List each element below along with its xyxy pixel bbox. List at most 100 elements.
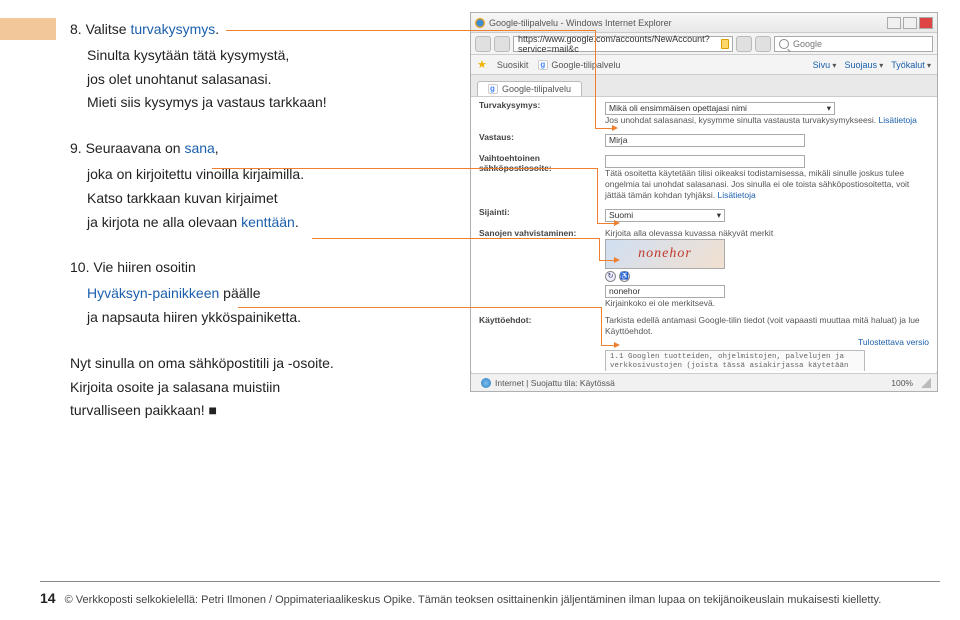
step-10-a: Vie hiiren osoitin	[93, 259, 195, 275]
row-vastaus: Vastaus: Mirja	[471, 129, 937, 150]
step-8-l1: Sinulta kysytään tätä kysymystä,	[87, 44, 430, 68]
hint-turvakysymys: Jos unohdat salasanasi, kysymme sinulta …	[605, 115, 879, 125]
callout-line-4	[601, 307, 602, 345]
screenshot-window: Google-tilipalvelu - Windows Internet Ex…	[470, 12, 938, 392]
minimize-button[interactable]	[887, 17, 901, 29]
captcha-accessibility-icon[interactable]: ♿	[619, 271, 630, 282]
input-captcha-value: nonehor	[609, 286, 640, 297]
back-button[interactable]	[475, 36, 491, 52]
step-8-num: 8.	[70, 21, 86, 37]
callout-line-2	[597, 223, 615, 224]
step-10-c: ja napsauta hiiren ykköspainiketta.	[87, 306, 430, 330]
link-tulostettava[interactable]: Tulostettava versio	[858, 337, 929, 347]
step-10-b2: päälle	[219, 285, 260, 301]
favorites-bar: ★ Suosikit Google-tilipalvelu Sivu Suoja…	[471, 55, 937, 75]
search-field[interactable]: Google	[774, 36, 933, 52]
input-captcha[interactable]: nonehor	[605, 285, 725, 298]
menu-tyokalut[interactable]: Työkalut	[891, 60, 931, 70]
maximize-button[interactable]	[903, 17, 917, 29]
instruction-column: 8. Valitse turvakysymys. Sinulta kysytää…	[70, 18, 430, 445]
label-turvakysymys: Turvakysymys:	[479, 100, 599, 126]
refresh-button[interactable]	[736, 36, 752, 52]
page-edge-ornament	[0, 18, 56, 40]
captcha-refresh-icon[interactable]: ↻	[605, 271, 616, 282]
callout-line-3	[599, 260, 615, 261]
tab-favicon-icon	[488, 84, 498, 94]
forward-button[interactable]	[494, 36, 510, 52]
tab-google-tilipalvelu[interactable]: Google-tilipalvelu	[477, 81, 582, 96]
tab-bar: Google-tilipalvelu	[471, 75, 937, 97]
footer-text: © Verkkoposti selkokielellä: Petri Ilmon…	[65, 594, 882, 606]
window-title: Google-tilipalvelu - Windows Internet Ex…	[489, 18, 672, 28]
select-sijainti[interactable]: Suomi ▾	[605, 209, 725, 222]
step-8: 8. Valitse turvakysymys. Sinulta kysytää…	[70, 18, 430, 115]
callout-line-4	[238, 307, 602, 308]
search-icon	[779, 39, 789, 49]
step-9-l1: joka on kirjoitettu vinoilla kirjaimilla…	[87, 163, 430, 187]
callout-line-3	[312, 238, 600, 239]
label-terms: Käyttöehdot:	[479, 315, 599, 371]
address-bar: https://www.google.com/accounts/NewAccou…	[471, 33, 937, 55]
callout-line-2	[212, 168, 598, 169]
step-9-l3a: ja kirjota ne alla olevaan	[87, 214, 241, 230]
page-footer: 14 © Verkkoposti selkokielellä: Petri Il…	[40, 581, 940, 606]
captcha-word: nonehor	[638, 245, 692, 263]
chevron-down-icon: ▾	[717, 210, 721, 221]
step-9: 9. Seuraavana on sana, joka on kirjoitet…	[70, 137, 430, 234]
select-sijainti-value: Suomi	[609, 210, 633, 221]
globe-icon	[481, 378, 491, 388]
status-bar: Internet | Suojattu tila: Käytössä 100%	[471, 373, 937, 391]
url-field[interactable]: https://www.google.com/accounts/NewAccou…	[513, 36, 733, 52]
step-8-l3: Mieti siis kysymys ja vastaus tarkkaan!	[87, 91, 430, 115]
label-vaihtoehtoinen: Vaihtoehtoinen sähköpostiosoite:	[479, 153, 599, 201]
arrow-icon	[614, 342, 620, 348]
callout-line-3	[599, 238, 600, 260]
step-9-l2: Katso tarkkaan kuvan kirjaimet	[87, 187, 430, 211]
step-9-l3b: kenttään	[241, 214, 295, 230]
favicon-icon	[538, 60, 548, 70]
step-9-num: 9.	[70, 140, 86, 156]
callout-line-4	[601, 345, 615, 346]
link-lisatietoja-1[interactable]: Lisätietoja	[879, 115, 917, 125]
outro-l3: turvalliseen paikkaan! ■	[70, 399, 430, 423]
terms-box[interactable]: 1.1 Googlen tuotteiden, ohjelmistojen, p…	[605, 350, 865, 371]
row-vaihtoehtoinen: Vaihtoehtoinen sähköpostiosoite: Tätä os…	[471, 150, 937, 204]
captcha-image: nonehor	[605, 239, 725, 269]
chevron-down-icon: ▾	[827, 103, 831, 114]
hint-captcha: Kirjoita alla olevassa kuvassa näkyvät m…	[605, 228, 929, 239]
callout-line-1	[595, 128, 613, 129]
step-8-keyword: turvakysymys	[130, 21, 215, 37]
stop-button[interactable]	[755, 36, 771, 52]
step-9-c: ,	[215, 140, 219, 156]
hint-captcha-case: Kirjainkoko ei ole merkitsevä.	[605, 298, 929, 309]
callout-line-2	[597, 168, 598, 223]
status-trust: Internet | Suojattu tila: Käytössä	[495, 378, 615, 388]
row-sijainti: Sijainti: Suomi ▾	[471, 204, 937, 225]
select-turvakysymys[interactable]: Mikä oli ensimmäisen opettajasi nimi ▾	[605, 102, 835, 115]
tab-label: Google-tilipalvelu	[502, 84, 571, 94]
favorites-label[interactable]: Suosikit	[497, 60, 529, 70]
row-terms: Käyttöehdot: Tarkista edellä antamasi Go…	[471, 312, 937, 371]
ie-icon	[475, 18, 485, 28]
star-icon[interactable]: ★	[477, 58, 487, 71]
outro-l2: Kirjoita osoite ja salasana muistiin	[70, 376, 430, 400]
menu-suojaus[interactable]: Suojaus	[844, 60, 883, 70]
input-vastaus[interactable]: Mirja	[605, 134, 805, 147]
step-9-keyword: sana	[184, 140, 214, 156]
menu-sivu[interactable]: Sivu	[813, 60, 837, 70]
step-9-a: Seuraavana on	[86, 140, 185, 156]
lock-icon	[721, 39, 729, 49]
close-button[interactable]	[919, 17, 933, 29]
outro: Nyt sinulla on oma sähköpostitili ja -os…	[70, 352, 430, 423]
step-10: 10. Vie hiiren osoitin Hyväksyn-painikke…	[70, 256, 430, 329]
url-value: https://www.google.com/accounts/NewAccou…	[518, 34, 714, 54]
link-lisatietoja-2[interactable]: Lisätietoja	[717, 190, 755, 200]
callout-line-1	[226, 30, 596, 31]
label-sijainti: Sijainti:	[479, 207, 599, 222]
input-vaihtoehtoinen[interactable]	[605, 155, 805, 168]
callout-line-1	[595, 30, 596, 128]
favorites-item[interactable]: Google-tilipalvelu	[551, 60, 620, 70]
resize-grip-icon	[921, 378, 931, 388]
input-vastaus-value: Mirja	[609, 135, 627, 146]
arrow-icon	[614, 257, 620, 263]
